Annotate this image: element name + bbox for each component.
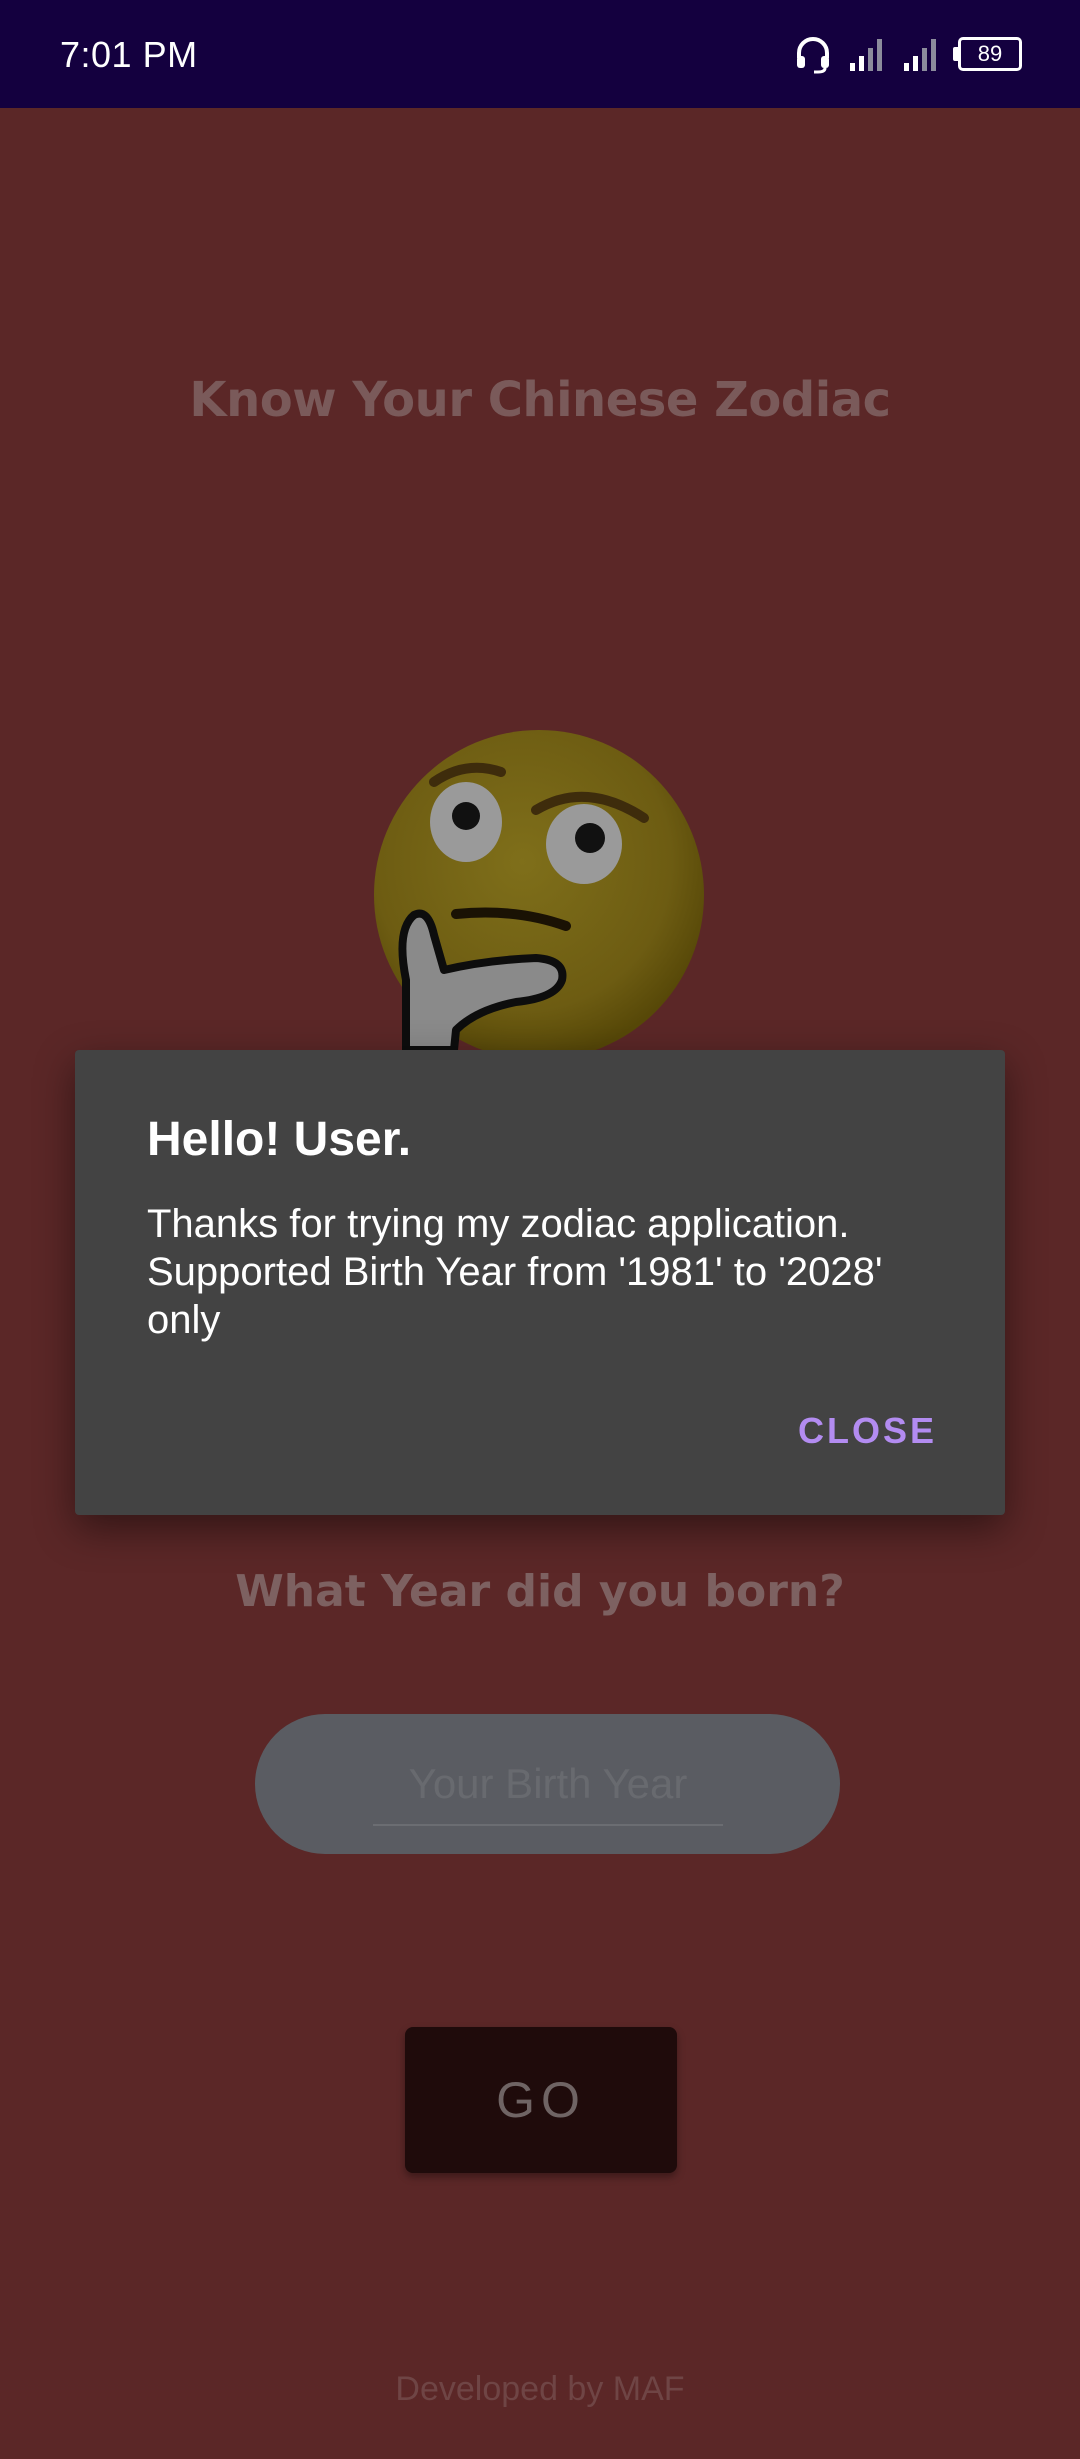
- thinking-face-icon: [366, 730, 706, 1060]
- go-button[interactable]: GO: [405, 2027, 677, 2173]
- battery-level: 89: [977, 41, 1003, 66]
- signal-icon: [850, 37, 886, 71]
- info-dialog: Hello! User. Thanks for trying my zodiac…: [75, 1050, 1005, 1515]
- dialog-message: Thanks for trying my zodiac application.…: [147, 1202, 883, 1342]
- status-bar: 7:01 PM 89: [0, 0, 1080, 108]
- status-icons: 89: [794, 28, 1022, 80]
- page-title: Know Your Chinese Zodiac: [189, 372, 891, 428]
- status-time: 7:01 PM: [60, 34, 198, 75]
- birth-year-question: What Year did you born?: [235, 1566, 845, 1617]
- birth-year-field: [255, 1714, 840, 1854]
- close-button[interactable]: CLOSE: [798, 1410, 937, 1452]
- battery-icon: 89: [953, 37, 1022, 71]
- dialog-title: Hello! User.: [147, 1113, 412, 1166]
- headset-icon: [794, 34, 832, 74]
- signal-icon: [904, 37, 940, 71]
- birth-year-input[interactable]: [373, 1744, 723, 1826]
- footer-credit: Developed by MAF: [395, 2370, 685, 2408]
